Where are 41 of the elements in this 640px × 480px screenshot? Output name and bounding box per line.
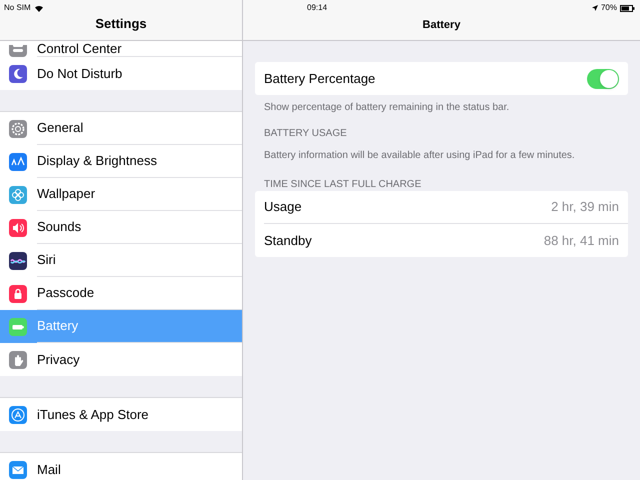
battery-icon (9, 318, 27, 336)
settings-item[interactable]: Display & Brightness (0, 145, 242, 178)
siri-wave-icon (9, 252, 27, 270)
row-label: Standby (264, 232, 312, 250)
footer-text: Show percentage of battery remaining in the status bar. (263, 101, 510, 115)
carrier-label: No SIM (4, 2, 31, 14)
settings-item[interactable]: Control Center (0, 41, 242, 57)
toggle-switch[interactable] (587, 68, 619, 88)
settings-item[interactable]: General (0, 112, 242, 145)
location-arrow-icon (592, 5, 598, 11)
info-text: Battery information will be available after using iPad for a few minutes. (263, 149, 576, 163)
battery-percent: 70% (600, 3, 617, 13)
wifi-icon (34, 4, 43, 12)
settings-item[interactable]: Passcode (0, 277, 242, 310)
toggle-label: Battery Percentage (264, 70, 376, 88)
envelope-icon (9, 460, 27, 478)
switches-icon (9, 45, 27, 57)
settings-item[interactable]: Sounds (0, 211, 242, 244)
speaker-icon (9, 218, 27, 236)
settings-item[interactable]: Mail (0, 453, 242, 480)
section-header: BATTERY USAGE (263, 127, 348, 141)
moon-icon (9, 64, 27, 82)
gear-icon (9, 120, 27, 138)
settings-item[interactable]: Wallpaper (0, 178, 242, 211)
section-header: TIME SINCE LAST FULL CHARGE (263, 178, 422, 191)
lock-icon (9, 284, 27, 302)
row-value: 88 hr, 41 min (544, 232, 619, 250)
row-label: Usage (264, 198, 302, 216)
text-size-icon (9, 152, 27, 170)
hand-icon (9, 350, 27, 368)
flower-icon (9, 186, 27, 204)
settings-item[interactable]: Siri (0, 244, 242, 277)
battery-level-icon (620, 4, 635, 12)
row-value: 2 hr, 39 min (551, 198, 619, 216)
app-store-icon (9, 406, 27, 424)
settings-item[interactable]: Do Not Disturb (0, 57, 242, 90)
clock-time: 09:14 (307, 2, 328, 14)
page-title: Battery (422, 18, 460, 32)
sidebar-title: Settings (95, 14, 147, 33)
settings-item[interactable]: iTunes & App Store (0, 398, 242, 431)
settings-item[interactable]: Privacy (0, 343, 242, 376)
